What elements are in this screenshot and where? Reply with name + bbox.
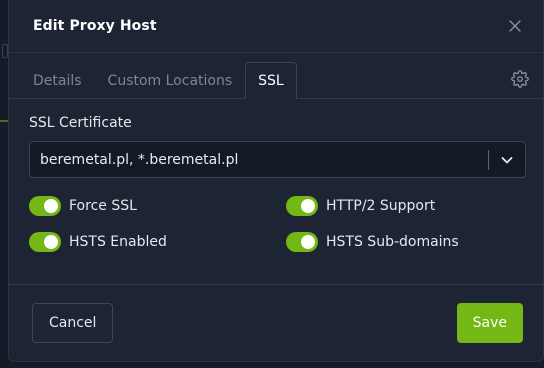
close-icon[interactable] — [505, 16, 525, 36]
ssl-certificate-value: beremetal.pl, *.beremetal.pl — [40, 151, 239, 168]
toggle-switch[interactable] — [286, 232, 318, 252]
tab-ssl[interactable]: SSL — [245, 62, 297, 99]
gear-icon[interactable] — [511, 70, 529, 88]
hsts-subdomains-toggle[interactable]: HSTS Sub-domains — [286, 232, 526, 252]
toggle-label: HSTS Enabled — [69, 234, 167, 250]
modal-title: Edit Proxy Host — [33, 18, 157, 34]
toggle-knob — [44, 199, 58, 213]
ssl-settings-panel: SSL Certificate beremetal.pl, *.beremeta… — [9, 99, 543, 285]
ssl-certificate-label: SSL Certificate — [29, 115, 132, 131]
edit-proxy-host-modal: Edit Proxy Host Details Custom Locations… — [8, 0, 544, 362]
toggle-label: HTTP/2 Support — [326, 198, 436, 214]
toggle-switch[interactable] — [29, 232, 61, 252]
tab-custom-locations[interactable]: Custom Locations — [95, 62, 246, 99]
cancel-button[interactable]: Cancel — [32, 303, 114, 343]
toggle-knob — [301, 235, 315, 249]
tab-details[interactable]: Details — [20, 62, 95, 99]
ssl-options: Force SSL HTTP/2 Support HSTS Enabled HS… — [29, 196, 523, 252]
chevron-down-icon[interactable] — [489, 141, 525, 178]
toggle-label: Force SSL — [69, 198, 137, 214]
toggle-knob — [44, 235, 58, 249]
toggle-knob — [301, 199, 315, 213]
tab-bar: Details Custom Locations SSL — [9, 53, 543, 99]
force-ssl-toggle[interactable]: Force SSL — [29, 196, 286, 216]
toggle-switch[interactable] — [286, 196, 318, 216]
modal-header: Edit Proxy Host — [9, 0, 543, 53]
http2-support-toggle[interactable]: HTTP/2 Support — [286, 196, 526, 216]
hsts-enabled-toggle[interactable]: HSTS Enabled — [29, 232, 286, 252]
toggle-switch[interactable] — [29, 196, 61, 216]
ssl-certificate-select[interactable]: beremetal.pl, *.beremetal.pl — [29, 141, 526, 178]
toggle-label: HSTS Sub-domains — [326, 234, 459, 250]
modal-footer: Cancel Save — [9, 285, 543, 361]
save-button[interactable]: Save — [456, 303, 523, 343]
